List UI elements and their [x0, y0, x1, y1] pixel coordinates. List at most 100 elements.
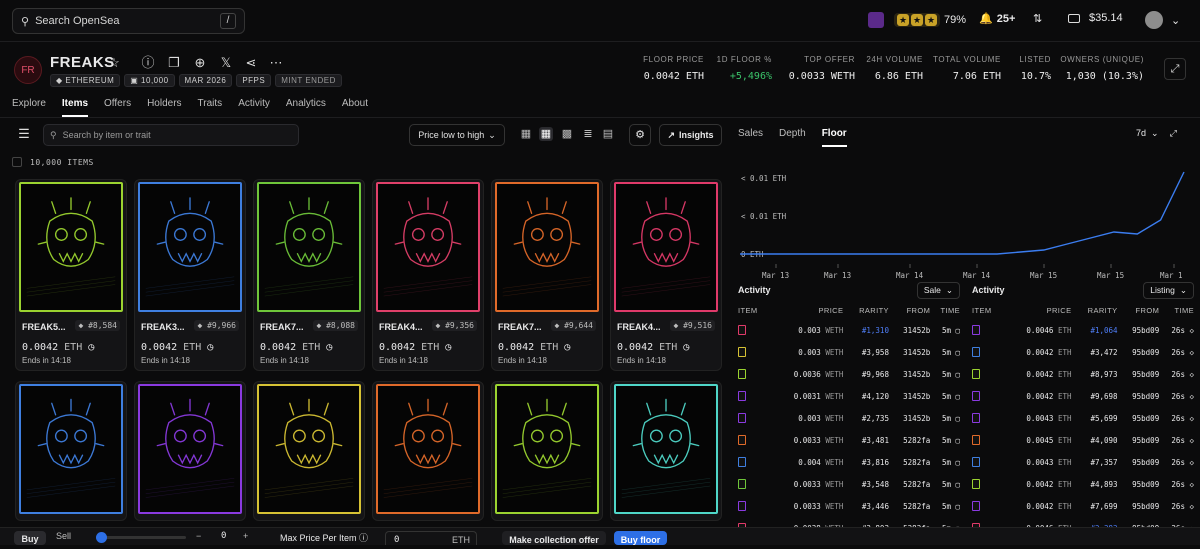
- buy-floor-button[interactable]: Buy floor: [614, 531, 667, 545]
- row-price: 0.0042 ETH: [1026, 391, 1072, 401]
- activity-row[interactable]: 0.0042 ETH #3,472 95bd09 26s ◇: [972, 341, 1194, 363]
- item-card[interactable]: [15, 381, 127, 521]
- info-icon[interactable]: ⓘ: [140, 55, 156, 71]
- sell-tab[interactable]: Sell: [56, 531, 71, 541]
- item-name: FREAK5...: [22, 322, 66, 332]
- item-image[interactable]: [19, 182, 123, 312]
- item-image[interactable]: [257, 384, 361, 514]
- activity-row[interactable]: 0.0043 ETH #7,357 95bd09 26s ◇: [972, 451, 1194, 473]
- favorite-star-icon[interactable]: ☆: [106, 55, 122, 71]
- activity-row[interactable]: 0.0033 WETH #3,548 5282fa 5m ▢: [738, 473, 960, 495]
- tab-about[interactable]: About: [342, 98, 368, 117]
- item-image[interactable]: [19, 384, 123, 514]
- insights-button[interactable]: ↗ Insights: [659, 124, 722, 146]
- tab-activity[interactable]: Activity: [238, 98, 270, 117]
- item-card[interactable]: FREAK7... ◆ #9,644 0.0042 ETH ◷ Ends in 14:…: [491, 179, 603, 371]
- activity-row[interactable]: 0.0033 WETH #3,446 5282fa 5m ▢: [738, 495, 960, 517]
- sales-filter-dropdown[interactable]: Sale ⌄: [916, 281, 960, 299]
- quantity-slider[interactable]: [96, 532, 186, 543]
- activity-row[interactable]: 0.0046 ETH #1,064 95bd09 26s ◇: [972, 319, 1194, 341]
- profile-menu[interactable]: ⌄: [1145, 11, 1180, 29]
- max-price-input[interactable]: 0 ETH: [385, 531, 477, 545]
- item-thumbnail: [972, 457, 980, 467]
- activity-row[interactable]: 0.0042 ETH #7,699 95bd09 26s ◇: [972, 495, 1194, 517]
- activity-row[interactable]: 0.0042 ETH #4,893 95bd09 26s ◇: [972, 473, 1194, 495]
- item-image[interactable]: [376, 182, 480, 312]
- copy-icon[interactable]: ❐: [166, 55, 182, 71]
- global-search[interactable]: ⚲ Search OpenSea /: [12, 8, 245, 34]
- increment-button[interactable]: +: [243, 531, 248, 541]
- sort-dropdown[interactable]: Price low to high ⌄: [409, 124, 505, 146]
- bell-icon: 🔔: [979, 13, 993, 25]
- tab-sales[interactable]: Sales: [738, 128, 763, 147]
- tab-offers[interactable]: Offers: [104, 98, 131, 117]
- settings-button[interactable]: ⚙: [629, 124, 651, 146]
- quantity-value[interactable]: 0: [221, 531, 226, 541]
- item-card[interactable]: [253, 381, 365, 521]
- item-thumbnail: [738, 369, 746, 379]
- select-all-checkbox[interactable]: [12, 157, 22, 167]
- row-price: 0.0033 WETH: [793, 479, 844, 489]
- item-card[interactable]: FREAK3... ◆ #9,966 0.0042 ETH ◷ Ends in 14:…: [134, 179, 246, 371]
- tab-traits[interactable]: Traits: [198, 98, 223, 117]
- activity-row[interactable]: 0.0043 ETH #5,699 95bd09 26s ◇: [972, 407, 1194, 429]
- tab-items[interactable]: Items: [61, 98, 89, 117]
- tab-floor[interactable]: Floor: [821, 128, 847, 147]
- activity-row[interactable]: 0.004 WETH #3,816 5282fa 5m ▢: [738, 451, 960, 473]
- item-card[interactable]: [491, 381, 603, 521]
- view-large-grid-icon[interactable]: ▦: [519, 127, 533, 141]
- item-image[interactable]: [257, 182, 361, 312]
- more-icon[interactable]: ⋯: [268, 55, 284, 71]
- tab-explore[interactable]: Explore: [12, 98, 46, 117]
- buy-tab[interactable]: Buy: [14, 531, 46, 545]
- x-icon[interactable]: 𝕏: [218, 55, 234, 71]
- tab-depth[interactable]: Depth: [779, 128, 806, 147]
- tab-analytics[interactable]: Analytics: [286, 98, 326, 117]
- listing-filter-dropdown[interactable]: Listing ⌄: [1143, 281, 1194, 299]
- activity-row[interactable]: 0.0042 ETH #9,698 95bd09 26s ◇: [972, 385, 1194, 407]
- notifications-button[interactable]: 🔔 25+: [979, 12, 1015, 26]
- view-grid-icon[interactable]: ▦: [539, 127, 553, 141]
- activity-row[interactable]: 0.0033 WETH #3,481 5282fa 5m ▢: [738, 429, 960, 451]
- filter-toggle-button[interactable]: ☰: [14, 126, 34, 144]
- decrement-button[interactable]: −: [196, 531, 201, 541]
- item-image[interactable]: [138, 182, 242, 312]
- item-image[interactable]: [614, 384, 718, 514]
- item-image[interactable]: [495, 182, 599, 312]
- activity-row[interactable]: 0.0036 WETH #9,968 31452b 5m ▢: [738, 363, 960, 385]
- share-icon[interactable]: ⋖: [243, 55, 259, 71]
- activity-row[interactable]: 0.0031 WETH #4,120 31452b 5m ▢: [738, 385, 960, 407]
- item-card[interactable]: FREAK7... ◆ #8,088 0.0042 ETH ◷ Ends in 14:…: [253, 179, 365, 371]
- item-image[interactable]: [376, 384, 480, 514]
- activity-row[interactable]: 0.003 WETH #1,310 31452b 5m ▢: [738, 319, 960, 341]
- item-search-input[interactable]: ⚲ Search by item or trait: [43, 124, 299, 146]
- item-card[interactable]: FREAK4... ◆ #9,356 0.0042 ETH ◷ Ends in 14:…: [372, 179, 484, 371]
- range-dropdown[interactable]: 7d ⌄ ⤢: [1136, 128, 1177, 139]
- slider-handle[interactable]: [96, 532, 107, 543]
- activity-row[interactable]: 0.0042 ETH #8,973 95bd09 26s ◇: [972, 363, 1194, 385]
- activity-row[interactable]: 0.003 WETH #3,958 31452b 5m ▢: [738, 341, 960, 363]
- item-card[interactable]: [610, 381, 722, 521]
- expand-button[interactable]: ⤢: [1164, 58, 1186, 80]
- activity-row[interactable]: 0.003 WETH #2,735 31452b 5m ▢: [738, 407, 960, 429]
- swap-button[interactable]: ⇅: [1033, 12, 1042, 25]
- item-price: 0.0042 ETH ◷: [617, 342, 690, 353]
- expand-icon[interactable]: ⤢: [1170, 128, 1177, 139]
- tab-holders[interactable]: Holders: [147, 98, 181, 117]
- globe-icon[interactable]: ⊕: [192, 55, 208, 71]
- collection-offer-button[interactable]: Make collection offer: [502, 531, 606, 545]
- wallet-button[interactable]: $35.14: [1068, 12, 1123, 24]
- item-card[interactable]: [372, 381, 484, 521]
- item-card[interactable]: FREAK5... ◆ #8,584 0.0042 ETH ◷ Ends in 14:…: [15, 179, 127, 371]
- view-table-icon[interactable]: ▤: [601, 127, 615, 141]
- row-rarity: #4,090: [1090, 435, 1118, 445]
- item-image[interactable]: [495, 384, 599, 514]
- item-card[interactable]: [134, 381, 246, 521]
- level-widget[interactable]: ★ ★ ★ 79%: [868, 12, 966, 28]
- item-image[interactable]: [614, 182, 718, 312]
- item-image[interactable]: [138, 384, 242, 514]
- activity-row[interactable]: 0.0045 ETH #4,090 95bd09 26s ◇: [972, 429, 1194, 451]
- view-small-grid-icon[interactable]: ▩: [560, 127, 574, 141]
- view-list-icon[interactable]: ≣: [581, 127, 595, 141]
- item-card[interactable]: FREAK4... ◆ #9,516 0.0042 ETH ◷ Ends in 14:…: [610, 179, 722, 371]
